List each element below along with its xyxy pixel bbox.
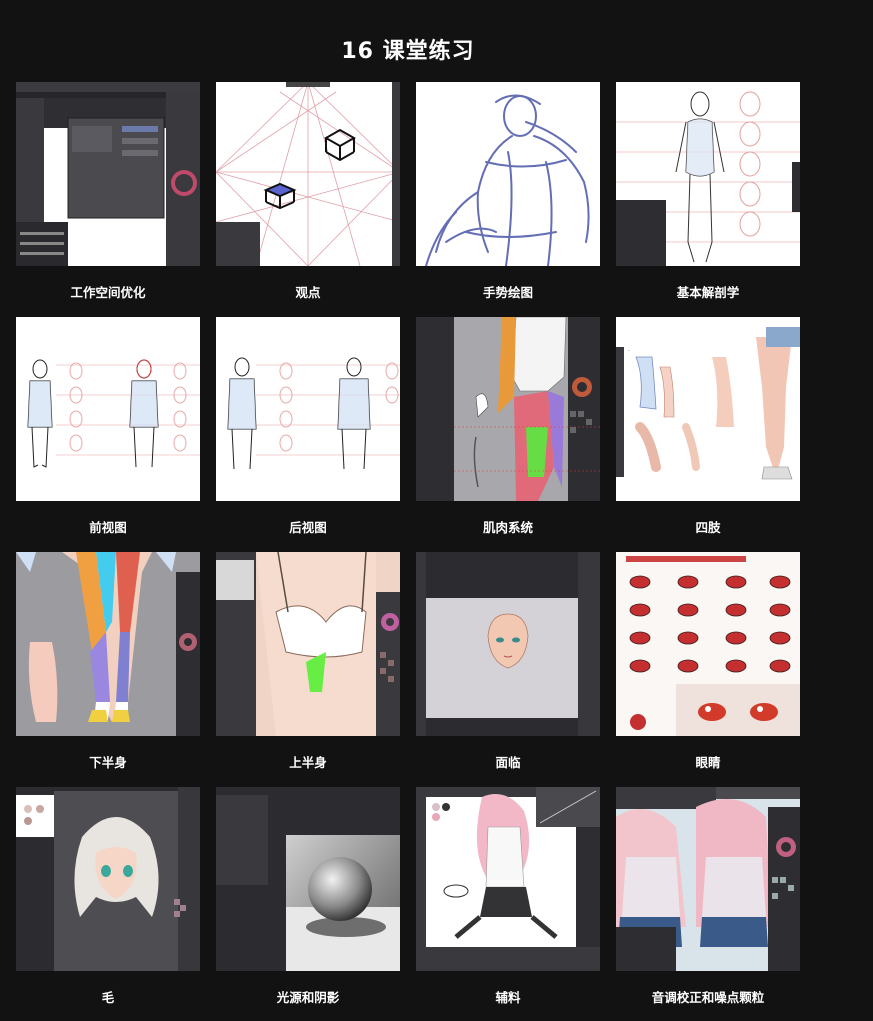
lesson-title: 观点	[295, 285, 321, 300]
upper-body-thumbnail[interactable]	[216, 552, 400, 736]
limbs-thumbnail[interactable]: .	[616, 317, 800, 501]
lesson-card-anatomy[interactable]: 基本解剖学	[616, 82, 800, 317]
lower-body-thumbnail[interactable]	[16, 552, 200, 736]
lesson-title: 前视图	[89, 520, 127, 535]
workspace-ui-thumbnail[interactable]	[16, 82, 200, 266]
lesson-card-lower-body[interactable]: 下半身	[16, 552, 200, 787]
gesture-sketch-thumbnail[interactable]	[416, 82, 600, 266]
accessories-thumbnail[interactable]	[416, 787, 600, 971]
lesson-grid: 工作空间优化 观点 手势绘图 基本解剖学 前视图 后视图 肌肉系统 . 四肢 下…	[16, 82, 800, 1021]
lesson-card-hair[interactable]: 毛	[16, 787, 200, 1021]
lesson-card-tone-correction[interactable]: 音调校正和噪点颗粒	[616, 787, 800, 1021]
front-view-figure-thumbnail[interactable]	[16, 317, 200, 501]
anatomy-figure-thumbnail[interactable]	[616, 82, 800, 266]
lesson-title: 毛	[101, 990, 115, 1005]
lesson-card-face[interactable]: 面临	[416, 552, 600, 787]
lesson-card-muscle[interactable]: 肌肉系统	[416, 317, 600, 552]
lesson-title: 四肢	[695, 520, 721, 535]
hair-thumbnail[interactable]	[16, 787, 200, 971]
page-title: 16 课堂练习	[341, 39, 475, 64]
lesson-title: 面临	[495, 755, 521, 770]
svg-text:.: .	[628, 346, 630, 353]
tone-correction-thumbnail[interactable]	[616, 787, 800, 971]
lesson-card-back-view[interactable]: 后视图	[216, 317, 400, 552]
lesson-title: 光源和阴影	[276, 990, 340, 1005]
lesson-card-workspace[interactable]: 工作空间优化	[16, 82, 200, 317]
lesson-title: 眼睛	[695, 755, 721, 770]
lesson-title: 后视图	[289, 520, 327, 535]
muscle-system-thumbnail[interactable]	[416, 317, 600, 501]
lesson-card-limbs[interactable]: . 四肢	[616, 317, 800, 552]
lesson-title: 音调校正和噪点颗粒	[651, 990, 765, 1005]
lesson-card-eyes[interactable]: 眼睛	[616, 552, 800, 787]
face-thumbnail[interactable]	[416, 552, 600, 736]
back-view-figure-thumbnail[interactable]	[216, 317, 400, 501]
lesson-title: 基本解剖学	[676, 285, 740, 300]
lesson-card-upper-body[interactable]: 上半身	[216, 552, 400, 787]
lesson-title: 工作空间优化	[70, 285, 146, 300]
lesson-card-front-view[interactable]: 前视图	[16, 317, 200, 552]
lesson-card-accessories[interactable]: 辅料	[416, 787, 600, 1021]
eyes-thumbnail[interactable]	[616, 552, 800, 736]
lesson-card-perspective[interactable]: 观点	[216, 82, 400, 317]
lesson-title: 辅料	[495, 990, 521, 1005]
lesson-title: 手势绘图	[482, 285, 533, 300]
lesson-card-light-shadow[interactable]: 光源和阴影	[216, 787, 400, 1021]
perspective-grid-thumbnail[interactable]	[216, 82, 400, 266]
lesson-title: 下半身	[89, 755, 127, 770]
lesson-title: 肌肉系统	[482, 520, 533, 535]
lesson-card-gesture[interactable]: 手势绘图	[416, 82, 600, 317]
lesson-title: 上半身	[289, 755, 327, 770]
light-shadow-sphere-thumbnail[interactable]	[216, 787, 400, 971]
